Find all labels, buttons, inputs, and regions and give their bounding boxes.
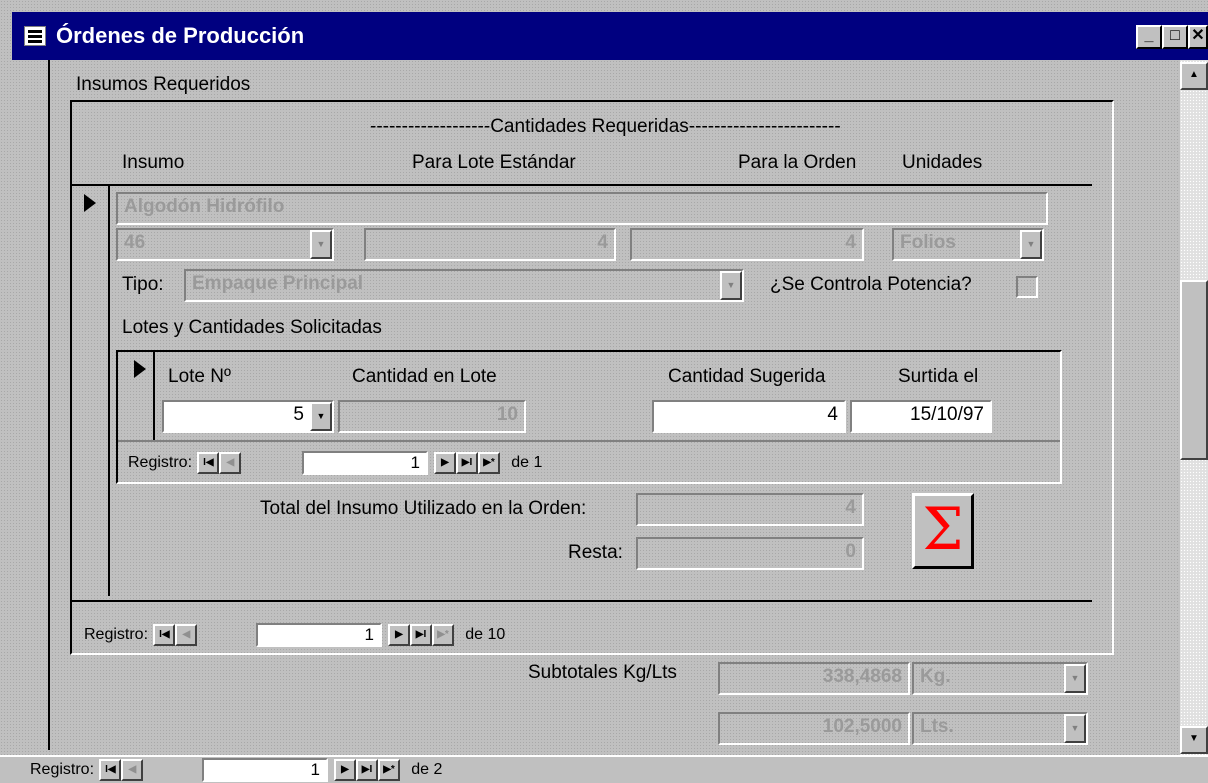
insumos-record-number[interactable]: 1 <box>256 623 382 647</box>
lotes-label: Lotes y Cantidades Solicitadas <box>122 317 382 338</box>
new-record-icon[interactable]: ▶* <box>432 624 454 646</box>
insumos-nav-right: ▶ ▶I ▶* de 10 <box>388 624 505 648</box>
col-cant-lote: Cantidad en Lote <box>352 366 497 387</box>
first-record-icon[interactable]: I◀ <box>99 759 122 781</box>
main-record-number[interactable]: 1 <box>202 758 328 782</box>
col-cant-sugerida: Cantidad Sugerida <box>668 366 826 387</box>
form-icon <box>24 26 46 46</box>
insumo-name-field[interactable]: Algodón Hidrófilo <box>116 192 1048 225</box>
header-divider <box>72 184 1092 186</box>
dropdown-arrow-icon[interactable]: ▼ <box>1064 664 1086 693</box>
total-label: Total del Insumo Utilizado en la Orden: <box>260 498 587 519</box>
next-record-icon[interactable]: ▶ <box>434 452 456 474</box>
minimize-button[interactable]: _ <box>1136 25 1162 49</box>
unidades-value: Folios <box>900 232 956 253</box>
tipo-label: Tipo: <box>122 274 164 295</box>
subtotal-lts-unit: Lts. <box>920 716 954 737</box>
dropdown-arrow-icon[interactable]: ▼ <box>720 271 742 300</box>
last-record-icon[interactable]: ▶I <box>456 452 478 474</box>
subtotal-lts-field[interactable]: 102,5000 <box>718 712 910 745</box>
prev-record-icon[interactable]: ◀ <box>219 452 242 474</box>
new-record-icon[interactable]: ▶* <box>478 452 500 474</box>
nav-total: de 1 <box>511 454 543 471</box>
unidades-combo[interactable]: Folios ▼ <box>892 228 1044 261</box>
dropdown-arrow-icon[interactable]: ▼ <box>310 230 332 259</box>
new-record-icon[interactable]: ▶* <box>378 759 400 781</box>
main-navigation-bar <box>0 755 1208 783</box>
lotes-footer-divider <box>118 440 1060 442</box>
lotes-record-navigator: Registro: I◀ ◀ <box>128 452 242 476</box>
nav-label: Registro: <box>128 454 193 471</box>
potencia-checkbox[interactable] <box>1016 276 1038 298</box>
prev-record-icon[interactable]: ◀ <box>175 624 198 646</box>
dropdown-arrow-icon[interactable]: ▼ <box>310 402 332 431</box>
lotes-record-number[interactable]: 1 <box>302 451 428 475</box>
resta-field[interactable]: 0 <box>636 537 864 570</box>
main-nav-right: ▶ ▶I ▶* de 2 <box>334 759 442 783</box>
subtotal-lts-unit-combo[interactable]: Lts. ▼ <box>912 712 1088 745</box>
lotes-nav-right: ▶ ▶I ▶* de 1 <box>434 452 542 476</box>
vertical-scrollbar[interactable]: ▲ ▼ <box>1180 60 1208 760</box>
lote-estandar-field[interactable]: 4 <box>364 228 616 261</box>
subtotal-kg-field[interactable]: 338,4868 <box>718 662 910 695</box>
lote-record-arrow-icon[interactable] <box>134 360 146 378</box>
insumo-code-combo[interactable]: 46 ▼ <box>116 228 334 261</box>
last-record-icon[interactable]: ▶I <box>410 624 432 646</box>
first-record-icon[interactable]: I◀ <box>197 452 220 474</box>
first-record-icon[interactable]: I◀ <box>153 624 176 646</box>
close-button[interactable]: ✕ <box>1188 25 1208 49</box>
subtotal-kg-unit-combo[interactable]: Kg. ▼ <box>912 662 1088 695</box>
potencia-label: ¿Se Controla Potencia? <box>770 274 972 295</box>
col-lote: Lote Nº <box>168 366 231 387</box>
nav-total: de 10 <box>465 626 506 643</box>
nav-total: de 2 <box>411 761 443 778</box>
scroll-down-icon[interactable]: ▼ <box>1180 726 1208 754</box>
resta-label: Resta: <box>568 542 623 563</box>
current-record-arrow-icon[interactable] <box>84 194 96 212</box>
lotes-selector-divider <box>153 352 155 440</box>
nav-label: Registro: <box>30 761 95 778</box>
row-selector-divider <box>108 186 110 596</box>
insumo-code-value: 46 <box>124 232 146 253</box>
col-unidades: Unidades <box>902 152 983 173</box>
nav-label: Registro: <box>84 626 149 643</box>
cantidades-header: -------------------Cantidades Requeridas… <box>370 116 841 137</box>
maximize-button[interactable]: □ <box>1162 25 1188 49</box>
scroll-up-icon[interactable]: ▲ <box>1180 62 1208 90</box>
section-label: Insumos Requeridos <box>76 74 251 95</box>
cant-lote-field[interactable]: 10 <box>338 400 526 433</box>
lote-combo[interactable]: 5 ▼ <box>162 400 334 433</box>
last-record-icon[interactable]: ▶I <box>356 759 378 781</box>
col-insumo: Insumo <box>122 152 185 173</box>
next-record-icon[interactable]: ▶ <box>334 759 356 781</box>
record-selector-divider <box>48 60 50 750</box>
insumos-record-navigator: Registro: I◀ ◀ <box>84 624 198 648</box>
subform-footer-divider <box>72 600 1092 602</box>
prev-record-icon[interactable]: ◀ <box>121 759 144 781</box>
col-surtida: Surtida el <box>898 366 979 387</box>
main-record-navigator: Registro: I◀ ◀ <box>30 759 144 783</box>
tipo-combo[interactable]: Empaque Principal ▼ <box>184 269 744 302</box>
dropdown-arrow-icon[interactable]: ▼ <box>1064 714 1086 743</box>
lote-value: 5 <box>293 404 304 425</box>
tipo-value: Empaque Principal <box>192 273 364 294</box>
col-para-orden: Para la Orden <box>738 152 857 173</box>
scroll-thumb[interactable] <box>1180 280 1208 460</box>
sigma-sum-button[interactable]: Σ <box>912 493 974 569</box>
total-field[interactable]: 4 <box>636 493 864 526</box>
cant-sugerida-field[interactable]: 4 <box>652 400 846 433</box>
surtida-field[interactable]: 15/10/97 <box>850 400 992 433</box>
subtotal-kg-unit: Kg. <box>920 666 951 687</box>
col-lote-estandar: Para Lote Estándar <box>412 152 576 173</box>
window-title-bar[interactable]: Órdenes de Producción _ □ ✕ <box>12 12 1208 60</box>
window-title: Órdenes de Producción <box>56 23 305 48</box>
dropdown-arrow-icon[interactable]: ▼ <box>1020 230 1042 259</box>
next-record-icon[interactable]: ▶ <box>388 624 410 646</box>
para-orden-field[interactable]: 4 <box>630 228 864 261</box>
subtotales-label: Subtotales Kg/Lts <box>528 662 677 683</box>
